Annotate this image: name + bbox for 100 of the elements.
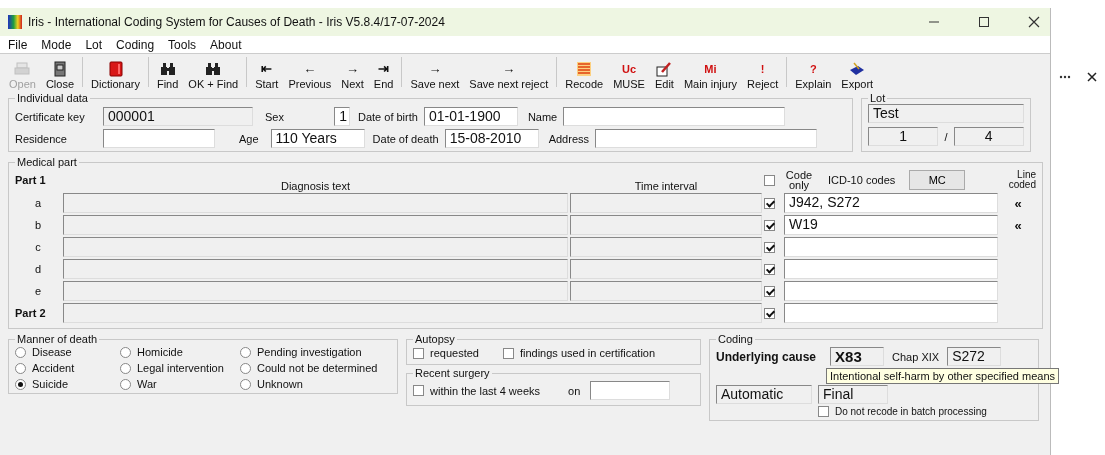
certificate-key-field[interactable]: 000001 [103,107,253,126]
diagnosis-field[interactable] [63,281,568,301]
toolbar-button[interactable]: Dictionary [86,61,145,90]
radio-button[interactable] [15,346,26,358]
arrow-icon: → [428,61,442,77]
toolbar-button[interactable]: OK + Find [183,61,244,90]
arrow-icon: ← [303,61,317,77]
surgery-date-field[interactable] [590,381,671,400]
checkbox[interactable] [764,263,775,275]
column-header: Time interval [633,180,699,192]
field-label: Date of death [372,132,439,145]
checkbox-label: Code only [784,170,814,190]
toolbar-button[interactable]: ⇥ End [368,61,399,90]
column-header: Line coded [1007,170,1036,190]
arrow-icon: ⇤ [261,61,273,77]
checkbox[interactable] [413,347,424,359]
menu-item[interactable]: Lot [85,37,103,52]
diagnosis-field[interactable] [63,193,568,213]
toolbar-button[interactable]: Uc MUSE [608,61,650,90]
icd-code-field[interactable]: J942, S272 [784,193,998,213]
toolbar-button[interactable]: Mi Main injury [678,61,743,90]
time-interval-field[interactable] [570,259,762,279]
checkbox[interactable] [764,197,775,209]
ellipsis-icon[interactable] [1059,75,1071,79]
toolbar-button[interactable]: Find [151,61,184,90]
checkbox[interactable] [502,347,514,359]
toolbar-button[interactable]: Close [40,61,80,90]
toolbar-button[interactable]: Edit [649,61,679,90]
sex-field[interactable]: 1 [333,107,350,126]
radio-button[interactable] [120,378,131,390]
checkbox[interactable] [764,285,775,297]
menu-item[interactable]: Coding [116,37,155,52]
age-field[interactable]: 110 Years [270,129,365,148]
code-only-checkbox[interactable] [764,174,775,186]
field-label: Age [239,132,259,145]
field-label: Date of birth [357,110,418,123]
line-label: b [33,219,43,231]
line-coded-mark: « [1013,217,1023,233]
residence-field[interactable] [103,129,215,148]
toolbar-button[interactable]: Export [836,61,879,90]
close-icon[interactable] [1028,16,1040,28]
option-label: Disease [32,346,72,358]
toolbar-button[interactable]: → Save next [405,61,465,90]
close-icon[interactable] [1087,72,1097,82]
radio-button[interactable] [240,362,251,374]
icd-code-field[interactable] [784,281,998,301]
coding-mode-field: Automatic [716,385,812,404]
radio-button[interactable] [240,346,251,358]
time-interval-field[interactable] [570,281,762,301]
time-interval-field[interactable] [570,237,762,257]
option-label: Pending investigation [257,346,362,358]
name-field[interactable] [563,107,786,126]
address-field[interactable] [595,129,817,148]
chapter-code-field: S272 [947,347,1002,366]
checkbox[interactable] [764,241,775,253]
checkbox-label: findings used in certification [519,347,656,359]
option-label: War [137,378,157,390]
part-2-field[interactable] [63,303,762,323]
icd-code-field[interactable] [784,303,998,323]
checkbox[interactable] [764,307,775,319]
toolbar-button[interactable]: ? Explain [790,61,837,90]
toolbar-button[interactable]: → Next [336,61,369,90]
checkbox[interactable] [764,219,775,231]
radio-button[interactable] [120,346,131,358]
printer-icon [14,61,31,77]
arrow-icon: → [502,61,516,77]
app-icon [8,15,22,29]
menu-item[interactable]: File [8,37,28,52]
diagnosis-field[interactable] [63,215,568,235]
diagnosis-field[interactable] [63,237,568,257]
icd-code-field[interactable]: W19 [784,215,998,235]
radio-button[interactable] [15,362,26,374]
menu-item[interactable]: Mode [41,37,72,52]
toolbar-button[interactable]: Recode [560,61,609,90]
radio-button[interactable] [120,362,131,374]
toolbar-button[interactable]: ← Previous [283,61,337,90]
checkbox[interactable] [413,385,424,396]
chapter-label: Chap XIX [892,350,940,363]
toolbar-button[interactable]: ⇤ Start [250,61,284,90]
maximize-icon[interactable] [978,16,990,28]
time-interval-field[interactable] [570,215,762,235]
date-of-death-field[interactable]: 15-08-2010 [444,129,539,148]
checkbox[interactable] [818,406,829,417]
toolbar-button[interactable]: → Save next reject [464,61,554,90]
field-label: Address [548,132,589,145]
time-interval-field[interactable] [570,193,762,213]
radio-button[interactable] [15,378,26,390]
column-header: ICD-10 codes [828,174,896,186]
radio-button[interactable] [240,378,251,390]
diagnosis-field[interactable] [63,259,568,279]
icd-code-field[interactable] [784,237,998,257]
icd-code-field[interactable] [784,259,998,279]
letter-icon: ! [760,61,765,77]
menu-item[interactable]: Tools [168,37,197,52]
door-icon [52,61,68,77]
mc-button[interactable]: MC [909,170,966,190]
menu-item[interactable]: About [210,37,242,52]
date-of-birth-field[interactable]: 01-01-1900 [423,107,518,126]
toolbar-button[interactable]: ! Reject [742,61,784,90]
tray-icon [849,61,866,77]
